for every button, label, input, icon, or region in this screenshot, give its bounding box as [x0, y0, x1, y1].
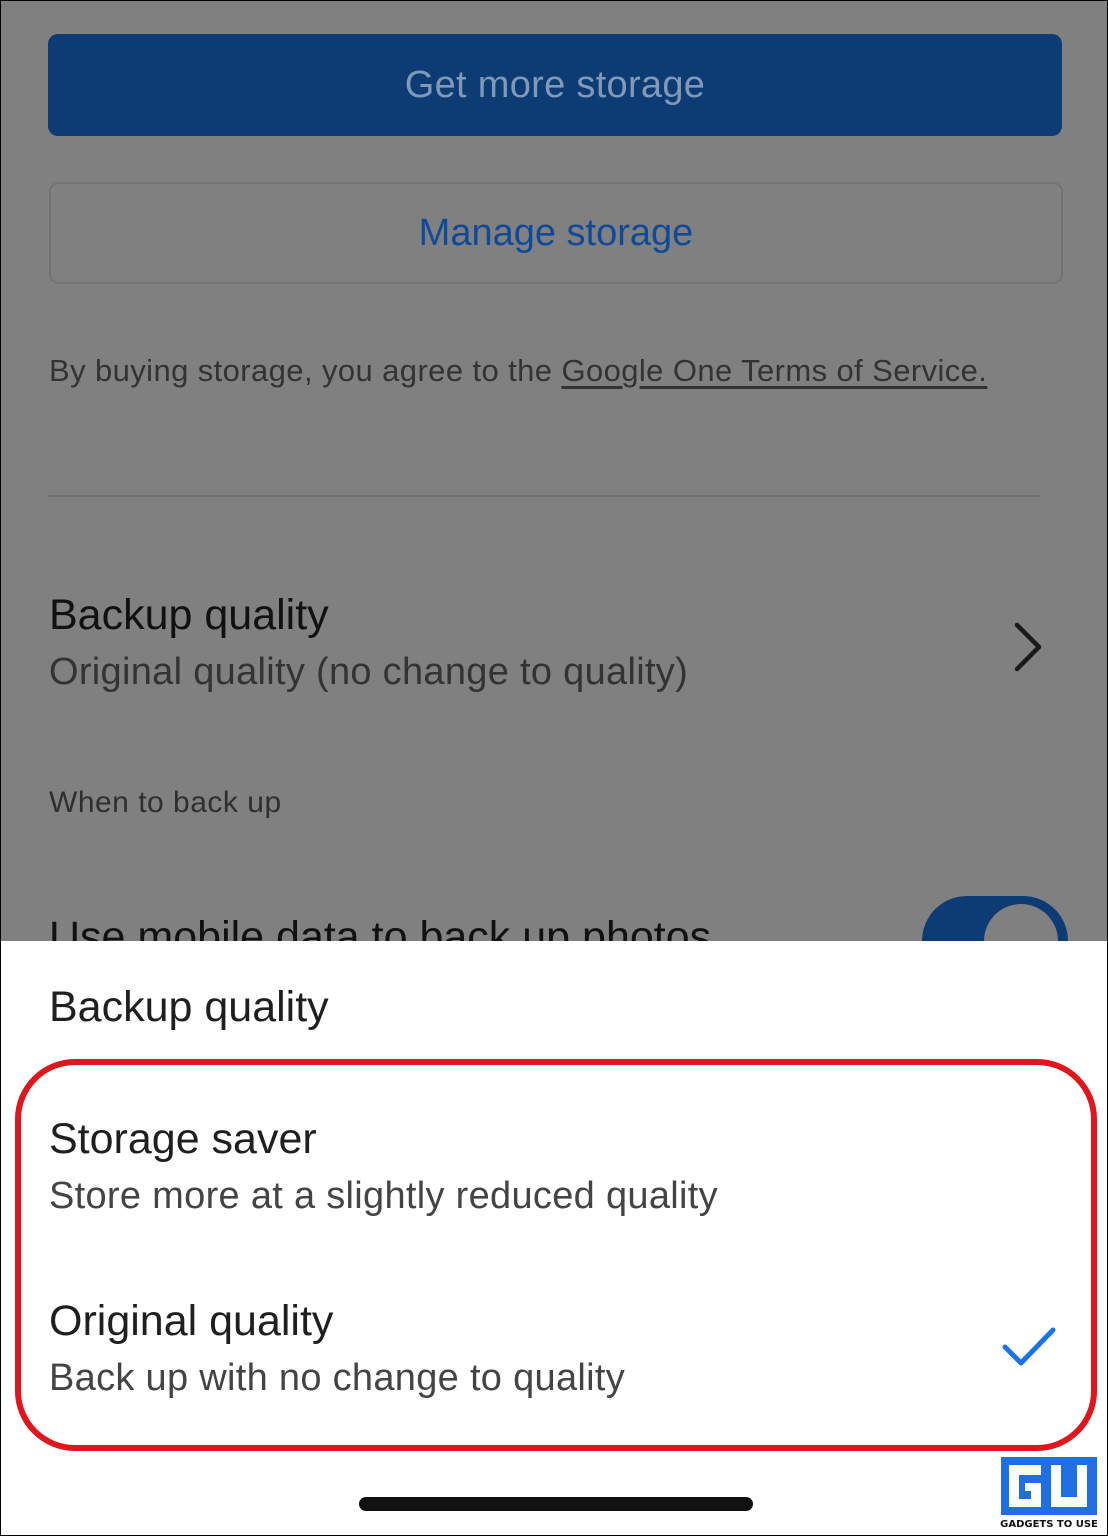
gadgets-to-use-logo: GADGETS TO USE: [1000, 1457, 1098, 1529]
when-to-back-up-label: When to back up: [49, 786, 282, 819]
option-title: Original quality: [49, 1297, 334, 1345]
section-divider: [48, 495, 1040, 497]
option-title: Storage saver: [49, 1115, 317, 1163]
chevron-right-icon: [1014, 622, 1042, 672]
get-more-storage-button[interactable]: Get more storage: [48, 34, 1062, 136]
option-description: Store more at a slightly reduced quality: [49, 1175, 718, 1217]
mobile-data-toggle[interactable]: [922, 896, 1068, 941]
manage-storage-button[interactable]: Manage storage: [49, 182, 1063, 284]
terms-prefix: By buying storage, you agree to the: [49, 353, 562, 388]
terms-of-service-link[interactable]: Google One Terms of Service.: [561, 353, 987, 388]
sheet-title: Backup quality: [49, 983, 329, 1031]
toggle-knob: [984, 904, 1058, 941]
backup-quality-sheet: Backup quality Storage saver Store more …: [1, 941, 1107, 1535]
option-original-quality[interactable]: Original quality Back up with no change …: [1, 1283, 1107, 1443]
watermark-text: GADGETS TO USE: [1000, 1519, 1098, 1529]
checkmark-icon: [1002, 1327, 1056, 1366]
backup-quality-title: Backup quality: [49, 591, 329, 639]
backup-quality-value: Original quality (no change to quality): [49, 651, 689, 693]
option-description: Back up with no change to quality: [49, 1357, 626, 1399]
home-indicator[interactable]: [359, 1497, 753, 1511]
terms-notice: By buying storage, you agree to the Goog…: [49, 353, 987, 389]
dimmed-settings-screen[interactable]: Get more storage Manage storage By buyin…: [1, 1, 1107, 941]
mobile-data-label: Use mobile data to back up photos: [49, 913, 712, 941]
screen-frame: Get more storage Manage storage By buyin…: [0, 0, 1108, 1536]
option-storage-saver[interactable]: Storage saver Store more at a slightly r…: [1, 1101, 1107, 1261]
